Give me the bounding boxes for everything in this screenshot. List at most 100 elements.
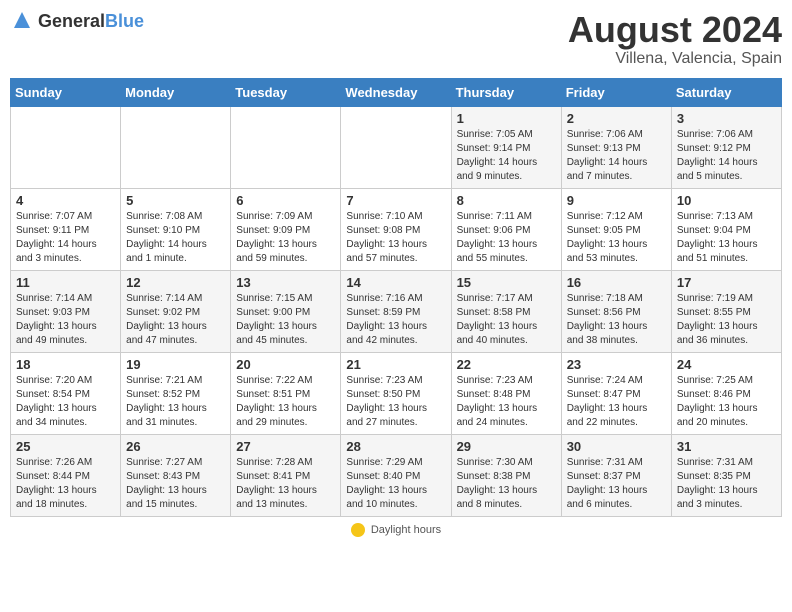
logo-icon: [10, 10, 34, 34]
day-number: 19: [126, 357, 225, 372]
week-row-3: 18 Sunrise: 7:20 AM Sunset: 8:54 PM Dayli…: [11, 352, 782, 434]
day-cell: 5 Sunrise: 7:08 AM Sunset: 9:10 PM Daylig…: [121, 188, 231, 270]
day-info: Sunrise: 7:31 AM Sunset: 8:35 PM Dayligh…: [677, 456, 776, 512]
day-cell: 13 Sunrise: 7:15 AM Sunset: 9:00 PM Dayli…: [231, 270, 341, 352]
day-cell: 2Sunrise: 7:06 AM Sunset: 9:13 PM Daylig…: [561, 106, 671, 188]
legend-label: Daylight hours: [371, 524, 441, 536]
day-cell: 7 Sunrise: 7:10 AM Sunset: 9:08 PM Daylig…: [341, 188, 451, 270]
day-info: Sunrise: 7:08 AM Sunset: 9:10 PM Dayligh…: [126, 210, 225, 266]
day-number: 6: [236, 193, 335, 208]
day-info: Sunrise: 7:23 AM Sunset: 8:48 PM Dayligh…: [457, 374, 556, 430]
day-info: Sunrise: 7:18 AM Sunset: 8:56 PM Dayligh…: [567, 292, 666, 348]
day-number: 23: [567, 357, 666, 372]
day-info: Sunrise: 7:31 AM Sunset: 8:37 PM Dayligh…: [567, 456, 666, 512]
day-cell: 8 Sunrise: 7:11 AM Sunset: 9:06 PM Daylig…: [451, 188, 561, 270]
day-info: Sunrise: 7:23 AM Sunset: 8:50 PM Dayligh…: [346, 374, 445, 430]
day-number: 14: [346, 275, 445, 290]
month-year: August 2024: [568, 10, 782, 50]
day-cell: 4 Sunrise: 7:07 AM Sunset: 9:11 PM Daylig…: [11, 188, 121, 270]
day-cell: 3 Sunrise: 7:06 AM Sunset: 9:12 PM Daylig…: [671, 106, 781, 188]
day-info: Sunrise: 7:15 AM Sunset: 9:00 PM Dayligh…: [236, 292, 335, 348]
week-row-2: 11Sunrise: 7:14 AM Sunset: 9:03 PM Dayli…: [11, 270, 782, 352]
day-number: 5: [126, 193, 225, 208]
day-cell: 10Sunrise: 7:13 AM Sunset: 9:04 PM Dayli…: [671, 188, 781, 270]
day-info: Sunrise: 7:17 AM Sunset: 8:58 PM Dayligh…: [457, 292, 556, 348]
logo: GeneralBlue: [10, 10, 144, 34]
day-info: Sunrise: 7:20 AM Sunset: 8:54 PM Dayligh…: [16, 374, 115, 430]
location: Villena, Valencia, Spain: [568, 50, 782, 68]
day-cell: [231, 106, 341, 188]
day-cell: 23 Sunrise: 7:24 AM Sunset: 8:47 PM Dayli…: [561, 352, 671, 434]
day-header-sunday: Sunday: [11, 78, 121, 106]
day-number: 1: [457, 111, 556, 126]
logo-blue: Blue: [105, 11, 144, 31]
day-cell: 11Sunrise: 7:14 AM Sunset: 9:03 PM Dayli…: [11, 270, 121, 352]
day-info: Sunrise: 7:14 AM Sunset: 9:02 PM Dayligh…: [126, 292, 225, 348]
day-cell: 19Sunrise: 7:21 AM Sunset: 8:52 PM Dayli…: [121, 352, 231, 434]
calendar-table: SundayMondayTuesdayWednesdayThursdayFrid…: [10, 78, 782, 517]
day-number: 17: [677, 275, 776, 290]
day-info: Sunrise: 7:26 AM Sunset: 8:44 PM Dayligh…: [16, 456, 115, 512]
days-header-row: SundayMondayTuesdayWednesdayThursdayFrid…: [11, 78, 782, 106]
day-number: 9: [567, 193, 666, 208]
day-cell: 16 Sunrise: 7:18 AM Sunset: 8:56 PM Dayli…: [561, 270, 671, 352]
day-cell: 26Sunrise: 7:27 AM Sunset: 8:43 PM Dayli…: [121, 434, 231, 516]
day-info: Sunrise: 7:24 AM Sunset: 8:47 PM Dayligh…: [567, 374, 666, 430]
day-cell: 28 Sunrise: 7:29 AM Sunset: 8:40 PM Dayli…: [341, 434, 451, 516]
week-row-1: 4 Sunrise: 7:07 AM Sunset: 9:11 PM Daylig…: [11, 188, 782, 270]
day-number: 10: [677, 193, 776, 208]
day-number: 3: [677, 111, 776, 126]
day-number: 16: [567, 275, 666, 290]
day-cell: [11, 106, 121, 188]
day-number: 7: [346, 193, 445, 208]
day-cell: 27 Sunrise: 7:28 AM Sunset: 8:41 PM Dayli…: [231, 434, 341, 516]
day-number: 21: [346, 357, 445, 372]
day-info: Sunrise: 7:11 AM Sunset: 9:06 PM Dayligh…: [457, 210, 556, 266]
day-info: Sunrise: 7:16 AM Sunset: 8:59 PM Dayligh…: [346, 292, 445, 348]
day-cell: 9Sunrise: 7:12 AM Sunset: 9:05 PM Daylig…: [561, 188, 671, 270]
week-row-0: 1 Sunrise: 7:05 AM Sunset: 9:14 PM Daylig…: [11, 106, 782, 188]
day-number: 28: [346, 439, 445, 454]
day-cell: 18 Sunrise: 7:20 AM Sunset: 8:54 PM Dayli…: [11, 352, 121, 434]
title-block: August 2024 Villena, Valencia, Spain: [568, 10, 782, 68]
day-number: 25: [16, 439, 115, 454]
day-cell: 20Sunrise: 7:22 AM Sunset: 8:51 PM Dayli…: [231, 352, 341, 434]
day-cell: [121, 106, 231, 188]
day-number: 27: [236, 439, 335, 454]
day-number: 29: [457, 439, 556, 454]
day-header-friday: Friday: [561, 78, 671, 106]
day-number: 13: [236, 275, 335, 290]
day-cell: 22Sunrise: 7:23 AM Sunset: 8:48 PM Dayli…: [451, 352, 561, 434]
day-info: Sunrise: 7:10 AM Sunset: 9:08 PM Dayligh…: [346, 210, 445, 266]
day-cell: [341, 106, 451, 188]
day-info: Sunrise: 7:05 AM Sunset: 9:14 PM Dayligh…: [457, 128, 556, 184]
day-info: Sunrise: 7:29 AM Sunset: 8:40 PM Dayligh…: [346, 456, 445, 512]
day-info: Sunrise: 7:28 AM Sunset: 8:41 PM Dayligh…: [236, 456, 335, 512]
day-number: 12: [126, 275, 225, 290]
day-cell: 30Sunrise: 7:31 AM Sunset: 8:37 PM Dayli…: [561, 434, 671, 516]
day-header-saturday: Saturday: [671, 78, 781, 106]
day-cell: 12 Sunrise: 7:14 AM Sunset: 9:02 PM Dayli…: [121, 270, 231, 352]
day-header-tuesday: Tuesday: [231, 78, 341, 106]
day-header-thursday: Thursday: [451, 78, 561, 106]
day-cell: 29Sunrise: 7:30 AM Sunset: 8:38 PM Dayli…: [451, 434, 561, 516]
day-info: Sunrise: 7:09 AM Sunset: 9:09 PM Dayligh…: [236, 210, 335, 266]
legend: Daylight hours: [10, 523, 782, 537]
day-number: 24: [677, 357, 776, 372]
day-info: Sunrise: 7:06 AM Sunset: 9:12 PM Dayligh…: [677, 128, 776, 184]
day-number: 15: [457, 275, 556, 290]
day-number: 20: [236, 357, 335, 372]
day-cell: 31 Sunrise: 7:31 AM Sunset: 8:35 PM Dayli…: [671, 434, 781, 516]
day-number: 4: [16, 193, 115, 208]
day-cell: 15 Sunrise: 7:17 AM Sunset: 8:58 PM Dayli…: [451, 270, 561, 352]
day-cell: 14 Sunrise: 7:16 AM Sunset: 8:59 PM Dayli…: [341, 270, 451, 352]
day-cell: 1 Sunrise: 7:05 AM Sunset: 9:14 PM Daylig…: [451, 106, 561, 188]
day-number: 18: [16, 357, 115, 372]
day-number: 8: [457, 193, 556, 208]
day-cell: 17Sunrise: 7:19 AM Sunset: 8:55 PM Dayli…: [671, 270, 781, 352]
day-number: 11: [16, 275, 115, 290]
sun-icon: [351, 523, 365, 537]
day-info: Sunrise: 7:06 AM Sunset: 9:13 PM Dayligh…: [567, 128, 666, 184]
day-info: Sunrise: 7:07 AM Sunset: 9:11 PM Dayligh…: [16, 210, 115, 266]
day-number: 31: [677, 439, 776, 454]
